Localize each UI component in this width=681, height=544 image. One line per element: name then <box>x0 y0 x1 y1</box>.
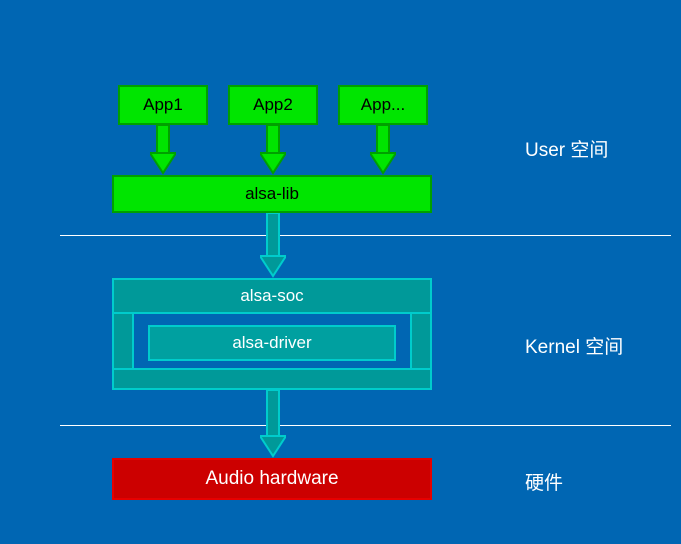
alsa-soc-box: alsa-soc <box>112 278 432 314</box>
hardware-label: 硬件 <box>525 468 563 495</box>
arrow-lib-to-soc <box>260 213 286 278</box>
app2-box: App2 <box>228 85 318 125</box>
app1-box: App1 <box>118 85 208 125</box>
alsa-driver-box: alsa-driver <box>148 325 396 361</box>
arrow-driver-to-hw <box>260 390 286 458</box>
user-space-label: User 空间 <box>525 135 608 162</box>
divider-kernel-hw <box>60 425 671 426</box>
divider-user-kernel <box>60 235 671 236</box>
app3-box: App... <box>338 85 428 125</box>
audio-hardware-box: Audio hardware <box>112 458 432 500</box>
arrow-app2-to-lib <box>260 125 286 175</box>
arrow-app1-to-lib <box>150 125 176 175</box>
kernel-space-label: Kernel 空间 <box>525 332 623 359</box>
alsa-lib-box: alsa-lib <box>112 175 432 213</box>
arrow-app3-to-lib <box>370 125 396 175</box>
